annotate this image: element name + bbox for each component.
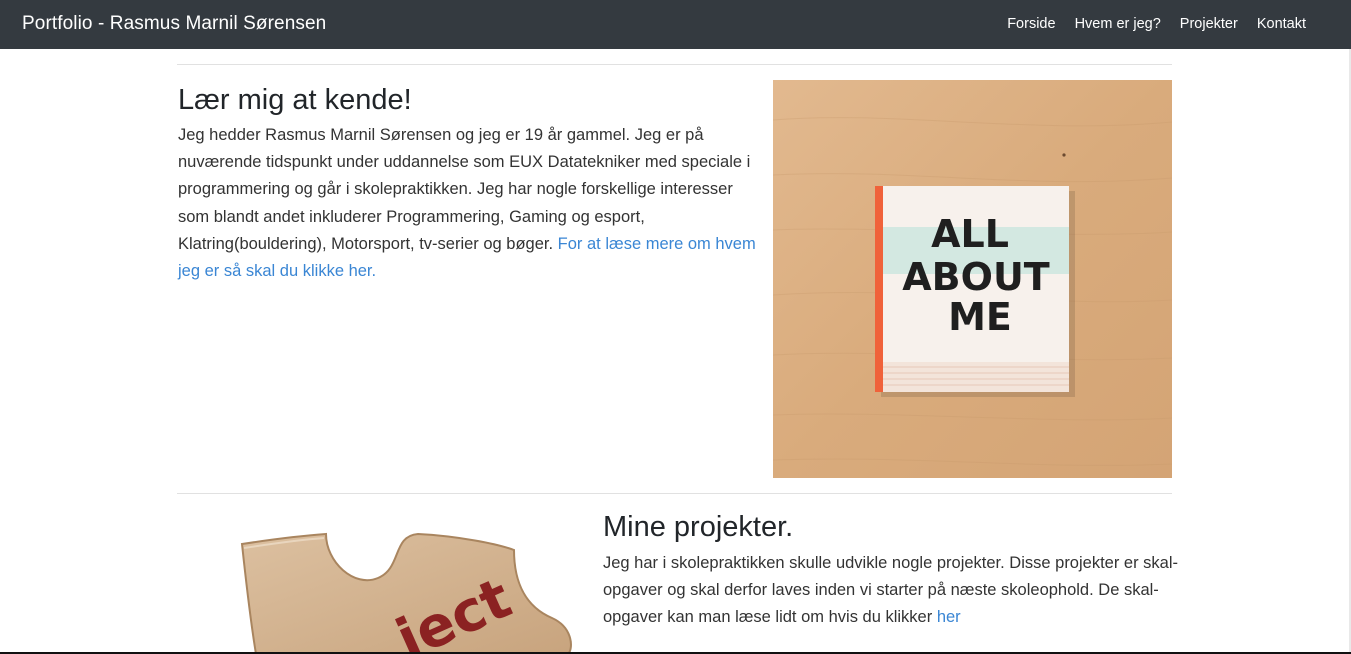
nav-link-projekter[interactable]: Projekter	[1180, 16, 1238, 32]
divider-middle	[177, 493, 1172, 494]
projects-body: Jeg har i skolepraktikken skulle udvikle…	[603, 554, 1179, 627]
navbar-brand[interactable]: Portfolio - Rasmus Marnil Sørensen	[22, 13, 326, 35]
book-text-line1: ALL	[931, 212, 1009, 256]
book-spine	[875, 186, 883, 392]
nav-links: Forside Hvem er jeg? Projekter Kontakt	[1007, 16, 1306, 32]
about-text: Jeg hedder Rasmus Marnil Sørensen og jeg…	[178, 122, 758, 285]
projects-link[interactable]: her	[937, 608, 961, 626]
nav-link-forside[interactable]: Forside	[1007, 16, 1055, 32]
about-title: Lær mig at kende!	[178, 84, 412, 116]
about-image: ALL ABOUT ME	[773, 80, 1172, 478]
projects-text: Jeg har i skolepraktikken skulle udvikle…	[603, 550, 1178, 632]
nav-link-hvem-er-jeg[interactable]: Hvem er jeg?	[1075, 16, 1161, 32]
about-body: Jeg hedder Rasmus Marnil Sørensen og jeg…	[178, 126, 751, 253]
book-text-line3: ME	[948, 295, 1012, 339]
divider-top	[177, 64, 1172, 65]
book-text-line2: ABOUT	[902, 255, 1050, 299]
navbar: Portfolio - Rasmus Marnil Sørensen Forsi…	[0, 0, 1351, 49]
projects-image: ject	[178, 510, 598, 654]
nav-link-kontakt[interactable]: Kontakt	[1257, 16, 1306, 32]
projects-title: Mine projekter.	[603, 511, 794, 543]
